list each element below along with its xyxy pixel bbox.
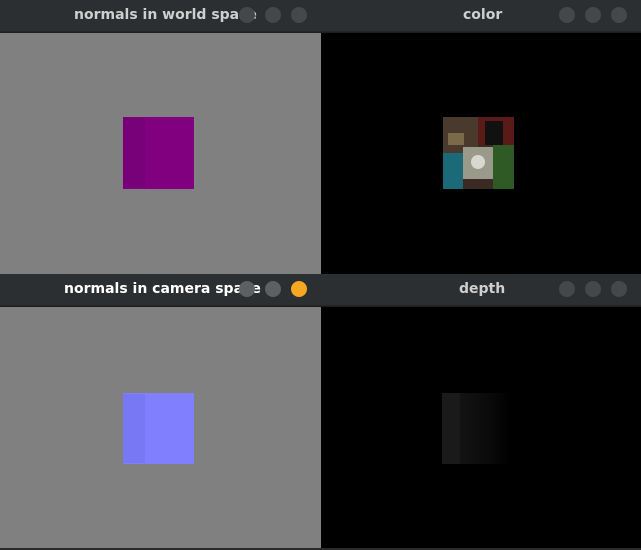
close-icon[interactable] [611,281,627,297]
texture-region [471,155,485,169]
square-edge [442,393,460,464]
close-icon[interactable] [291,281,307,297]
render-view [321,33,641,274]
titlebar[interactable]: depth [321,274,641,306]
texture-region [493,145,514,189]
window-color[interactable]: color [321,0,641,274]
window-title: normals in camera space [64,281,261,297]
window-title: color [463,7,503,23]
texture-region [448,133,464,145]
render-view [0,33,321,274]
minimize-icon[interactable] [239,7,255,23]
textured-square [443,117,514,189]
desktop: normals in world space color normals in … [0,0,641,550]
texture-region [485,121,503,145]
render-view [0,307,321,550]
square-edge [123,118,145,188]
depth-gradient-square [442,393,510,464]
minimize-icon[interactable] [559,281,575,297]
window-normals-world[interactable]: normals in world space [0,0,321,274]
window-title: normals in world space [74,7,257,23]
minimize-icon[interactable] [559,7,575,23]
texture-region [443,153,463,189]
titlebar[interactable]: color [321,0,641,32]
titlebar[interactable]: normals in camera space [0,274,321,306]
window-depth[interactable]: depth [321,274,641,550]
square-edge [123,394,145,463]
window-title: depth [459,281,506,297]
close-icon[interactable] [611,7,627,23]
maximize-icon[interactable] [585,7,601,23]
render-view [321,307,641,550]
titlebar[interactable]: normals in world space [0,0,321,32]
window-normals-camera[interactable]: normals in camera space [0,274,321,550]
maximize-icon[interactable] [265,7,281,23]
maximize-icon[interactable] [585,281,601,297]
magenta-square [123,117,194,189]
blue-square [123,393,194,464]
close-icon[interactable] [291,7,307,23]
minimize-icon[interactable] [239,281,255,297]
maximize-icon[interactable] [265,281,281,297]
